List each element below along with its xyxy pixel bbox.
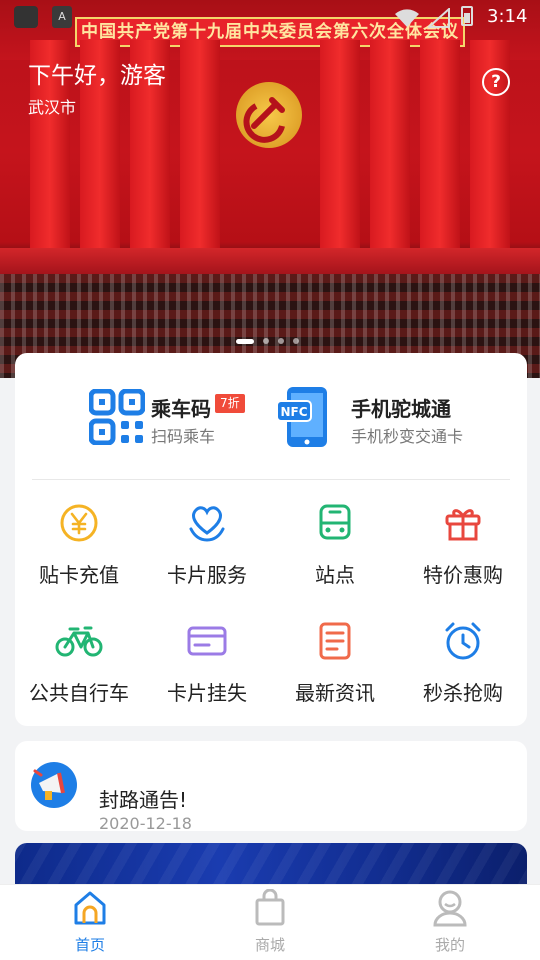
- status-bar: A 3:14: [0, 0, 540, 36]
- tab-mall[interactable]: 商城: [180, 885, 360, 960]
- banner-carousel[interactable]: 中国共产党第十九届中央委员会第六次全体会议 下午好，游客 武汉市 ?: [0, 0, 540, 378]
- notification-a-icon: A: [52, 6, 72, 28]
- gift-icon: [443, 503, 483, 543]
- home-icon: [72, 889, 108, 927]
- bus-icon: [315, 503, 355, 543]
- tab-profile[interactable]: 我的: [360, 885, 540, 960]
- nfc-card-title: 手机驼城通: [351, 397, 451, 421]
- svg-text:NFC: NFC: [280, 405, 307, 419]
- red-flag: [370, 40, 410, 250]
- services-card: 乘车码 扫码乘车 7折 NFC 手机驼城通 手机秒变交通卡 贴卡充值 卡片服务 …: [15, 353, 527, 726]
- service-label: 贴卡充值: [39, 563, 119, 587]
- red-flag: [420, 40, 460, 250]
- carousel-dot[interactable]: [278, 338, 284, 344]
- nfc-card-button[interactable]: NFC 手机驼城通 手机秒变交通卡: [276, 387, 517, 449]
- party-emblem-icon: [236, 82, 302, 148]
- wifi-icon: [394, 8, 420, 32]
- service-report-loss[interactable]: 卡片挂失: [143, 621, 271, 717]
- carousel-dot[interactable]: [263, 338, 269, 344]
- card-icon: [187, 621, 227, 661]
- ride-code-button[interactable]: 乘车码 扫码乘车: [88, 388, 289, 449]
- document-icon: [315, 621, 355, 661]
- service-flash-sale[interactable]: 秒杀抢购: [399, 621, 527, 717]
- status-time: 3:14: [487, 6, 528, 27]
- nfc-card-subtitle: 手机秒变交通卡: [351, 427, 464, 446]
- notice-date: 2020-12-18: [99, 814, 192, 833]
- user-icon: [432, 889, 468, 927]
- quick-pay-row: 乘车码 扫码乘车 7折 NFC 手机驼城通 手机秒变交通卡: [15, 353, 527, 479]
- service-bike[interactable]: 公共自行车: [15, 621, 143, 717]
- discount-badge: 7折: [215, 394, 245, 413]
- service-label: 特价惠购: [423, 563, 503, 587]
- ride-code-subtitle: 扫码乘车: [151, 427, 216, 446]
- service-label: 站点: [315, 563, 355, 587]
- yen-coin-icon: [59, 503, 99, 543]
- notice-card[interactable]: 封路通告! 2020-12-18: [15, 741, 527, 833]
- battery-icon: [461, 6, 473, 26]
- red-flag: [180, 40, 220, 250]
- tab-label: 我的: [434, 936, 465, 954]
- service-recharge[interactable]: 贴卡充值: [15, 503, 143, 599]
- service-label: 秒杀抢购: [423, 681, 503, 705]
- service-card-service[interactable]: 卡片服务: [143, 503, 271, 599]
- question-icon[interactable]: ?: [482, 68, 510, 96]
- tab-home[interactable]: 首页: [0, 885, 180, 960]
- megaphone-icon: [29, 761, 79, 809]
- nfc-phone-icon: NFC: [276, 387, 333, 449]
- service-label: 最新资讯: [295, 681, 375, 705]
- tab-label: 首页: [74, 936, 105, 954]
- red-flag: [320, 40, 360, 250]
- service-label: 公共自行车: [29, 681, 129, 705]
- ride-code-title: 乘车码: [151, 397, 211, 421]
- qr-code-icon: [88, 388, 146, 446]
- alarm-clock-icon: [443, 621, 483, 661]
- notice-title: 封路通告!: [99, 788, 188, 812]
- shopping-bag-icon: [252, 888, 288, 927]
- service-deals[interactable]: 特价惠购: [399, 503, 527, 599]
- service-news[interactable]: 最新资讯: [271, 621, 399, 717]
- carousel-dot-active[interactable]: [236, 338, 254, 344]
- service-stations[interactable]: 站点: [271, 503, 399, 599]
- tab-label: 商城: [254, 936, 285, 954]
- city-selector[interactable]: 武汉市: [28, 94, 76, 118]
- service-label: 卡片挂失: [167, 681, 247, 705]
- divider: [32, 479, 510, 480]
- banner-stage: [0, 248, 540, 274]
- signal-icon: [426, 6, 450, 32]
- heart-hands-icon: [187, 503, 227, 543]
- carousel-indicator: [236, 338, 299, 344]
- bicycle-icon: [55, 621, 103, 661]
- notification-app-icon: [14, 6, 38, 28]
- bottom-tab-bar: 首页 商城 我的: [0, 884, 540, 960]
- service-label: 卡片服务: [167, 563, 247, 587]
- greeting-text: 下午好，游客: [28, 63, 166, 89]
- carousel-dot[interactable]: [293, 338, 299, 344]
